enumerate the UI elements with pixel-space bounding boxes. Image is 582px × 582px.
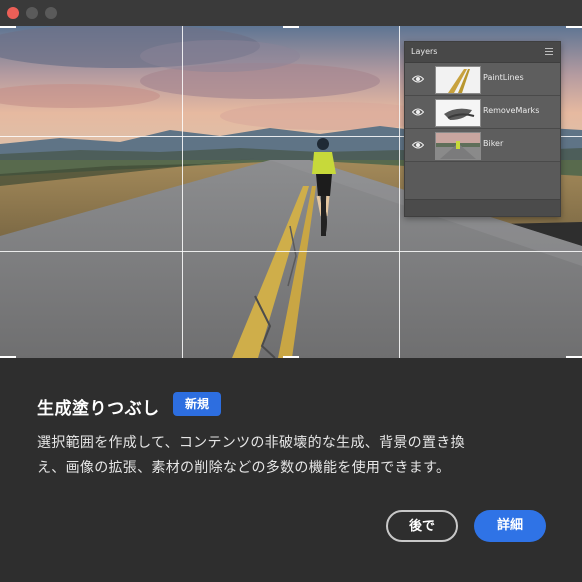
maximize-window-button[interactable] [45,7,57,19]
layer-name: Biker [483,139,504,148]
layer-name: PaintLines [483,73,524,82]
eye-icon[interactable] [412,74,424,84]
close-window-button[interactable] [7,7,19,19]
hamburger-menu-icon[interactable] [545,48,553,55]
eye-icon[interactable] [412,107,424,117]
layer-row-biker[interactable]: Biker [405,129,560,162]
later-button[interactable]: 後で [386,510,458,542]
layer-thumbnail [435,132,481,160]
layers-panel-title: Layers [411,47,438,56]
feature-dialog: Layers PaintLines RemoveMarks Biker 生成塗り… [0,0,582,582]
layer-row-removemarks[interactable]: RemoveMarks [405,96,560,129]
details-button[interactable]: 詳細 [474,510,546,542]
feature-info: 生成塗りつぶし 新規 選択範囲を作成して、コンテンツの非破壊的な生成、背景の置き… [0,358,582,582]
new-badge: 新規 [173,392,221,416]
description-line: 選択範囲を作成して、コンテンツの非破壊的な生成、背景の置き換 [37,435,465,451]
layer-thumbnail [435,99,481,127]
layer-name: RemoveMarks [483,106,540,115]
layers-panel: Layers PaintLines RemoveMarks Biker [404,41,561,217]
layers-panel-header: Layers [405,42,560,63]
layers-panel-footer [405,199,560,216]
feature-title: 生成塗りつぶし [37,399,160,419]
feature-description: 選択範囲を作成して、コンテンツの非破壊的な生成、背景の置き換 え、画像の拡張、素… [37,431,537,481]
title-bar [0,0,582,26]
layer-row-paintlines[interactable]: PaintLines [405,63,560,96]
description-line: え、画像の拡張、素材の削除などの多数の機能を使用できます。 [37,460,451,476]
eye-icon[interactable] [412,140,424,150]
layer-thumbnail [435,66,481,94]
minimize-window-button[interactable] [26,7,38,19]
